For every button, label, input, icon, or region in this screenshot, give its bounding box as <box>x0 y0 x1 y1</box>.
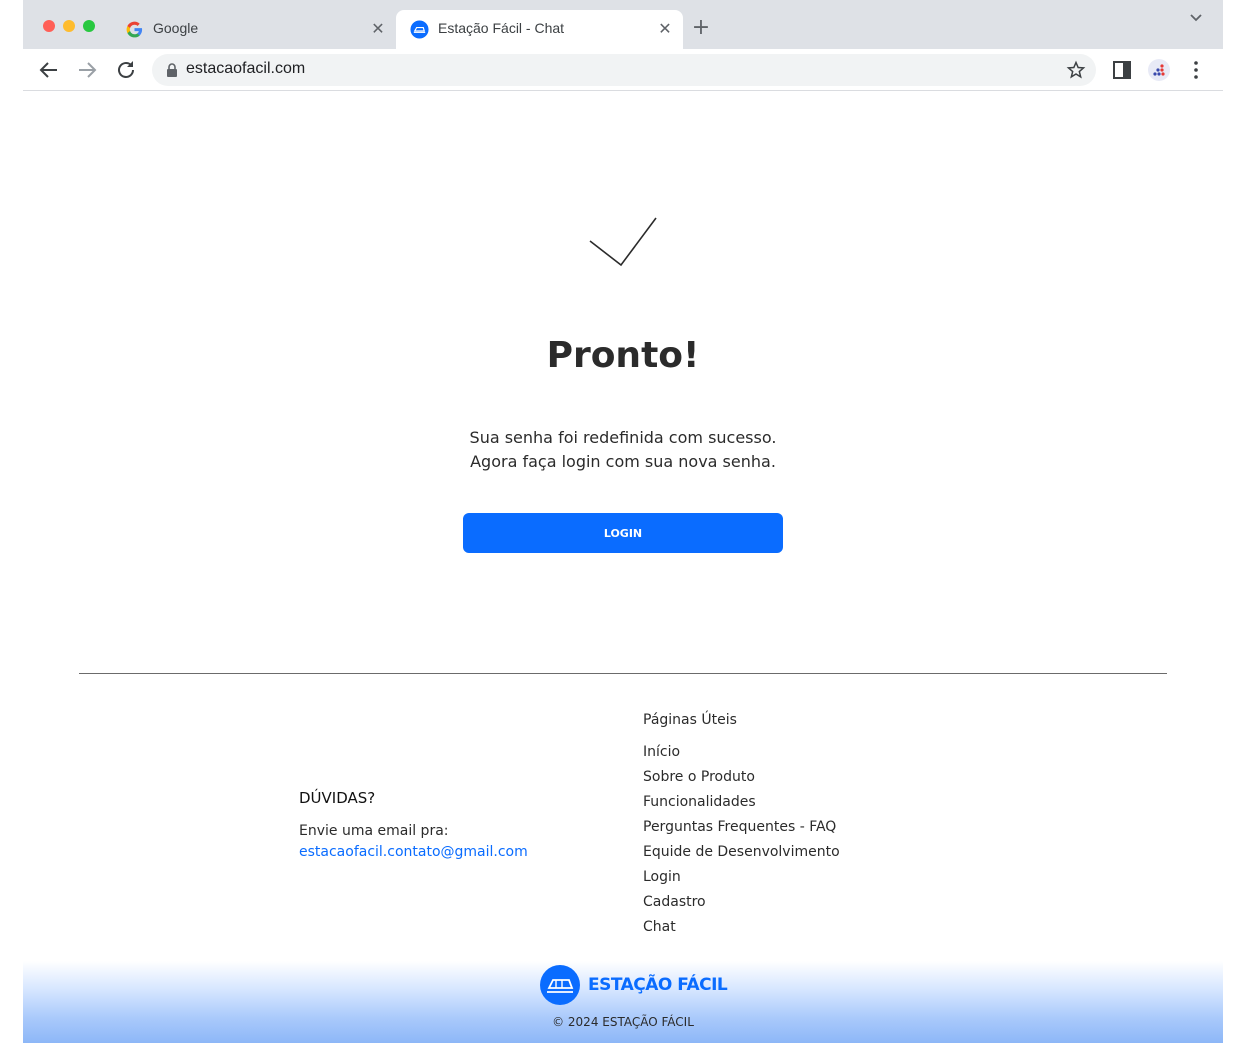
estacao-facil-icon <box>410 20 429 39</box>
page-content: Pronto! Sua senha foi redefinida com suc… <box>23 91 1223 1043</box>
contact-email-link[interactable]: estacaofacil.contato@gmail.com <box>299 844 528 860</box>
footer-link-sobre[interactable]: Sobre o Produto <box>643 769 755 785</box>
contact-heading: DÚVIDAS? <box>299 789 376 807</box>
minimize-window-button[interactable] <box>63 20 75 32</box>
reload-icon[interactable] <box>114 58 138 82</box>
contact-text: Envie uma email pra: <box>299 823 449 839</box>
footer-link-equipe[interactable]: Equide de Desenvolvimento <box>643 844 840 860</box>
copyright-text: © 2024 ESTAÇÃO FÁCIL <box>552 1015 694 1029</box>
checkmark-icon <box>589 217 657 267</box>
side-panel-icon[interactable] <box>1110 58 1134 82</box>
tab-title: Estação Fácil - Chat <box>438 20 565 36</box>
footer-band: ESTAÇÃO FÁCIL © 2024 ESTAÇÃO FÁCIL <box>23 961 1223 1043</box>
maximize-window-button[interactable] <box>83 20 95 32</box>
useful-pages-heading: Páginas Úteis <box>643 712 737 728</box>
footer-link-funcionalidades[interactable]: Funcionalidades <box>643 794 756 810</box>
footer-link-inicio[interactable]: Início <box>643 744 680 760</box>
extension-icon[interactable] <box>1147 58 1171 82</box>
useful-pages-list: Início Sobre o Produto Funcionalidades P… <box>643 741 840 941</box>
browser-toolbar: estacaofacil.com <box>23 49 1223 91</box>
tab-google[interactable]: Google ✕ <box>111 10 396 49</box>
tab-estacao-facil-chat[interactable]: Estação Fácil - Chat ✕ <box>396 10 683 49</box>
tab-title: Google <box>153 20 199 36</box>
bookmark-star-icon[interactable] <box>1066 60 1086 80</box>
url-text: estacaofacil.com <box>186 60 306 77</box>
lock-icon <box>167 63 177 77</box>
train-logo-icon <box>540 965 580 1005</box>
google-g-icon <box>126 21 143 38</box>
close-window-button[interactable] <box>43 20 55 32</box>
tab-strip: Google ✕ Estação Fácil - Chat ✕ + <box>23 0 1223 49</box>
browser-window: Google ✕ Estação Fácil - Chat ✕ + estaca… <box>23 0 1223 1043</box>
login-button[interactable]: LOGIN <box>463 513 783 553</box>
message-line: Sua senha foi redefinida com sucesso. <box>469 428 777 447</box>
footer-link-login[interactable]: Login <box>643 869 681 885</box>
chevron-down-icon[interactable] <box>1185 6 1207 28</box>
forward-arrow-icon[interactable] <box>75 58 99 82</box>
page-title: Pronto! <box>546 335 700 376</box>
new-tab-button[interactable]: + <box>689 16 713 40</box>
footer-link-faq[interactable]: Perguntas Frequentes - FAQ <box>643 819 836 835</box>
back-arrow-icon[interactable] <box>37 58 61 82</box>
footer-link-cadastro[interactable]: Cadastro <box>643 894 706 910</box>
brand-name: ESTAÇÃO FÁCIL <box>588 975 728 995</box>
close-tab-icon[interactable]: ✕ <box>368 19 388 39</box>
message-line: Agora faça login com sua nova senha. <box>470 452 776 471</box>
address-bar[interactable]: estacaofacil.com <box>152 54 1096 86</box>
footer-link-chat[interactable]: Chat <box>643 919 676 935</box>
more-menu-icon[interactable] <box>1184 58 1208 82</box>
success-message: Sua senha foi redefinida com sucesso. Ag… <box>23 426 1223 474</box>
close-tab-icon[interactable]: ✕ <box>655 19 675 39</box>
footer-divider <box>79 673 1167 674</box>
